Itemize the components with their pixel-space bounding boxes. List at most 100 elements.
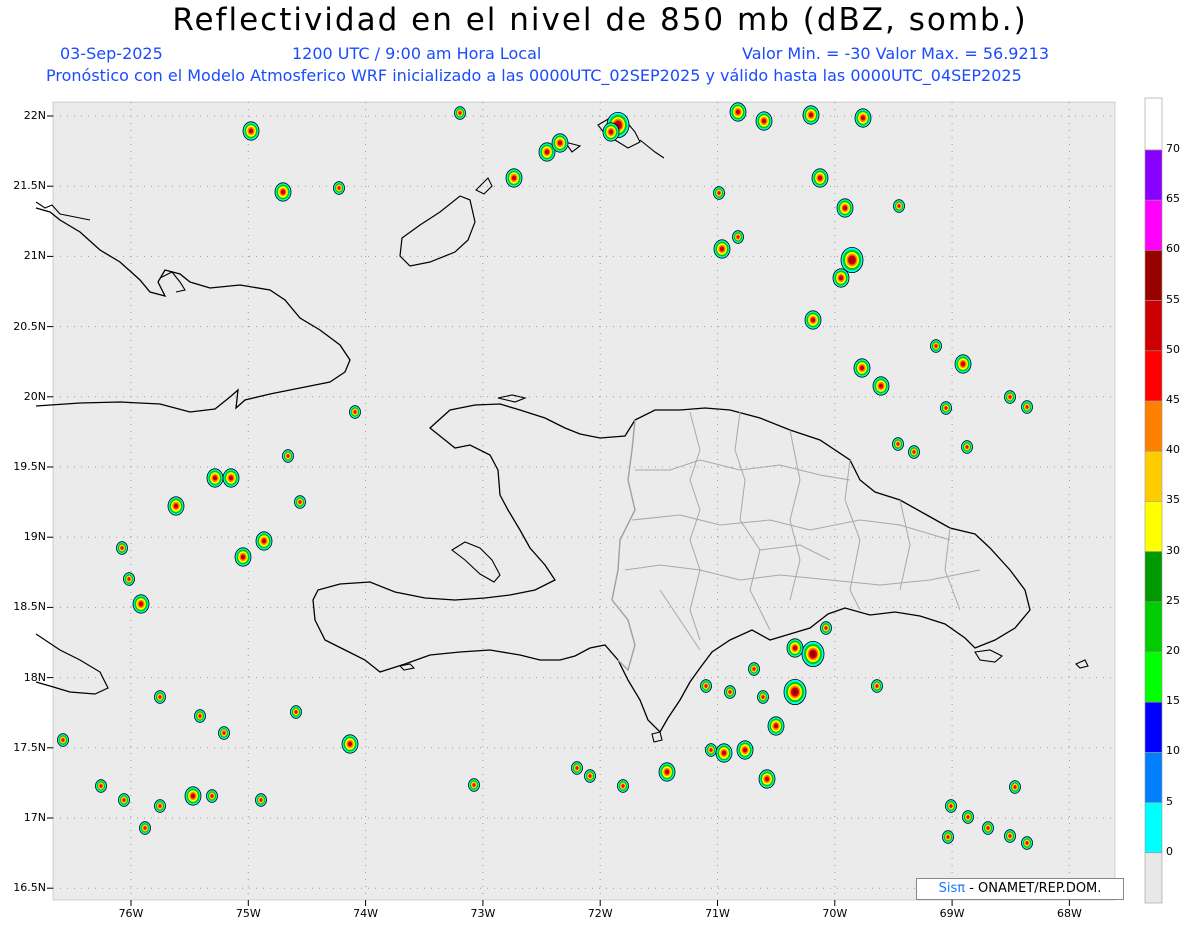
storm-cell bbox=[242, 121, 260, 141]
storm-cell-contour bbox=[859, 365, 865, 371]
storm-cell bbox=[116, 541, 128, 555]
colorbar-segment bbox=[1144, 199, 1163, 251]
storm-cell-contour bbox=[608, 129, 614, 135]
lat-label: 17N bbox=[23, 811, 46, 824]
lat-label: 20.5N bbox=[13, 319, 46, 333]
storm-cell-contour bbox=[511, 175, 517, 181]
storm-cell bbox=[282, 449, 294, 463]
storm-cell-contour bbox=[728, 690, 732, 694]
storm-cell bbox=[194, 709, 206, 723]
storm-cell bbox=[123, 572, 135, 586]
colorbar-label: 0 bbox=[1166, 844, 1173, 858]
colorbar-segment bbox=[1144, 250, 1163, 301]
storm-cell-contour bbox=[735, 109, 741, 115]
storm-cell-contour bbox=[158, 695, 162, 699]
storm-cell-contour bbox=[240, 554, 246, 560]
storm-cell bbox=[820, 621, 832, 635]
storm-cell-contour bbox=[337, 186, 341, 190]
storm-cell-contour bbox=[621, 784, 625, 788]
storm-cell-contour bbox=[286, 454, 290, 458]
lat-label: 19N bbox=[23, 530, 46, 544]
storm-cell bbox=[290, 705, 302, 719]
storm-cell bbox=[617, 779, 629, 793]
colorbar-segment bbox=[1144, 501, 1163, 552]
colorbar-segment bbox=[1144, 752, 1163, 803]
lon-label: 74W bbox=[353, 907, 379, 920]
storm-cell bbox=[234, 547, 252, 567]
lon-label: 69W bbox=[939, 907, 965, 920]
storm-cell-contour bbox=[808, 112, 814, 118]
storm-cell bbox=[95, 779, 107, 793]
storm-cell bbox=[802, 105, 820, 125]
storm-cell-contour bbox=[960, 361, 966, 367]
storm-cell bbox=[341, 734, 359, 754]
storm-cell-contour bbox=[353, 410, 357, 414]
colorbar-label: 65 bbox=[1166, 192, 1180, 206]
storm-cell bbox=[892, 437, 904, 451]
storm-cell bbox=[872, 376, 890, 396]
storm-cell-contour bbox=[248, 128, 254, 134]
storm-cell-contour bbox=[773, 723, 779, 729]
storm-cell bbox=[206, 789, 218, 803]
lon-label: 68W bbox=[1056, 907, 1082, 920]
storm-cell-contour bbox=[934, 344, 938, 348]
storm-cell-contour bbox=[1008, 834, 1012, 838]
storm-cell bbox=[724, 685, 736, 699]
storm-cell-contour bbox=[912, 450, 916, 454]
storm-cell bbox=[184, 786, 202, 806]
colorbar-segment bbox=[1144, 450, 1163, 502]
lat-label: 18N bbox=[23, 670, 46, 684]
storm-cell-contour bbox=[761, 695, 765, 699]
storm-cell-contour bbox=[122, 798, 126, 802]
colorbar-label: 5 bbox=[1166, 794, 1173, 808]
storm-cell bbox=[167, 496, 185, 516]
storm-cell-contour bbox=[946, 835, 950, 839]
sispi-logo: Sisπ bbox=[938, 881, 966, 896]
storm-cell bbox=[1009, 780, 1021, 794]
storm-cell bbox=[206, 468, 224, 488]
lat-label: 18.5N bbox=[13, 600, 46, 614]
storm-cell bbox=[713, 186, 725, 200]
storm-cell-contour bbox=[860, 115, 866, 121]
storm-cell-contour bbox=[896, 442, 900, 446]
lat-label: 21N bbox=[23, 249, 46, 263]
storm-cell-contour bbox=[817, 175, 823, 181]
storm-cell bbox=[871, 679, 883, 693]
storm-cell-contour bbox=[575, 766, 579, 770]
storm-cell bbox=[961, 440, 973, 454]
storm-cell bbox=[854, 108, 872, 128]
colorbar-label: 30 bbox=[1166, 543, 1180, 557]
storm-cell-contour bbox=[198, 714, 202, 718]
colorbar-label: 50 bbox=[1166, 342, 1180, 356]
storm-cell-contour bbox=[986, 826, 990, 830]
storm-cell-contour bbox=[842, 205, 848, 211]
storm-cell-contour bbox=[897, 204, 901, 208]
storm-cell bbox=[982, 821, 994, 835]
lon-label: 73W bbox=[470, 907, 496, 920]
lon-label: 72W bbox=[587, 907, 613, 920]
storm-cell-contour bbox=[824, 626, 828, 630]
storm-cell bbox=[804, 310, 822, 330]
storm-cell bbox=[255, 793, 267, 807]
storm-cell-contour bbox=[261, 538, 267, 544]
storm-cell-contour bbox=[138, 601, 144, 607]
storm-cell-contour bbox=[61, 738, 65, 742]
storm-cell-contour bbox=[143, 826, 147, 830]
colorbar-segment bbox=[1144, 701, 1163, 753]
storm-cell bbox=[139, 821, 151, 835]
storm-cell bbox=[118, 793, 130, 807]
storm-cell-contour bbox=[792, 689, 798, 695]
storm-cell bbox=[840, 246, 864, 274]
storm-cell bbox=[930, 339, 942, 353]
storm-cell-contour bbox=[719, 246, 725, 252]
lat-label: 19.5N bbox=[13, 460, 46, 473]
storm-cell bbox=[729, 102, 747, 122]
colorbar-label: 40 bbox=[1166, 443, 1180, 457]
storm-cell-contour bbox=[721, 750, 727, 756]
storm-cell-contour bbox=[752, 667, 756, 671]
storm-cell-contour bbox=[742, 747, 748, 753]
storm-cell bbox=[836, 198, 854, 218]
storm-cell-contour bbox=[298, 500, 302, 504]
storm-cell-contour bbox=[717, 191, 721, 195]
storm-cell bbox=[154, 690, 166, 704]
